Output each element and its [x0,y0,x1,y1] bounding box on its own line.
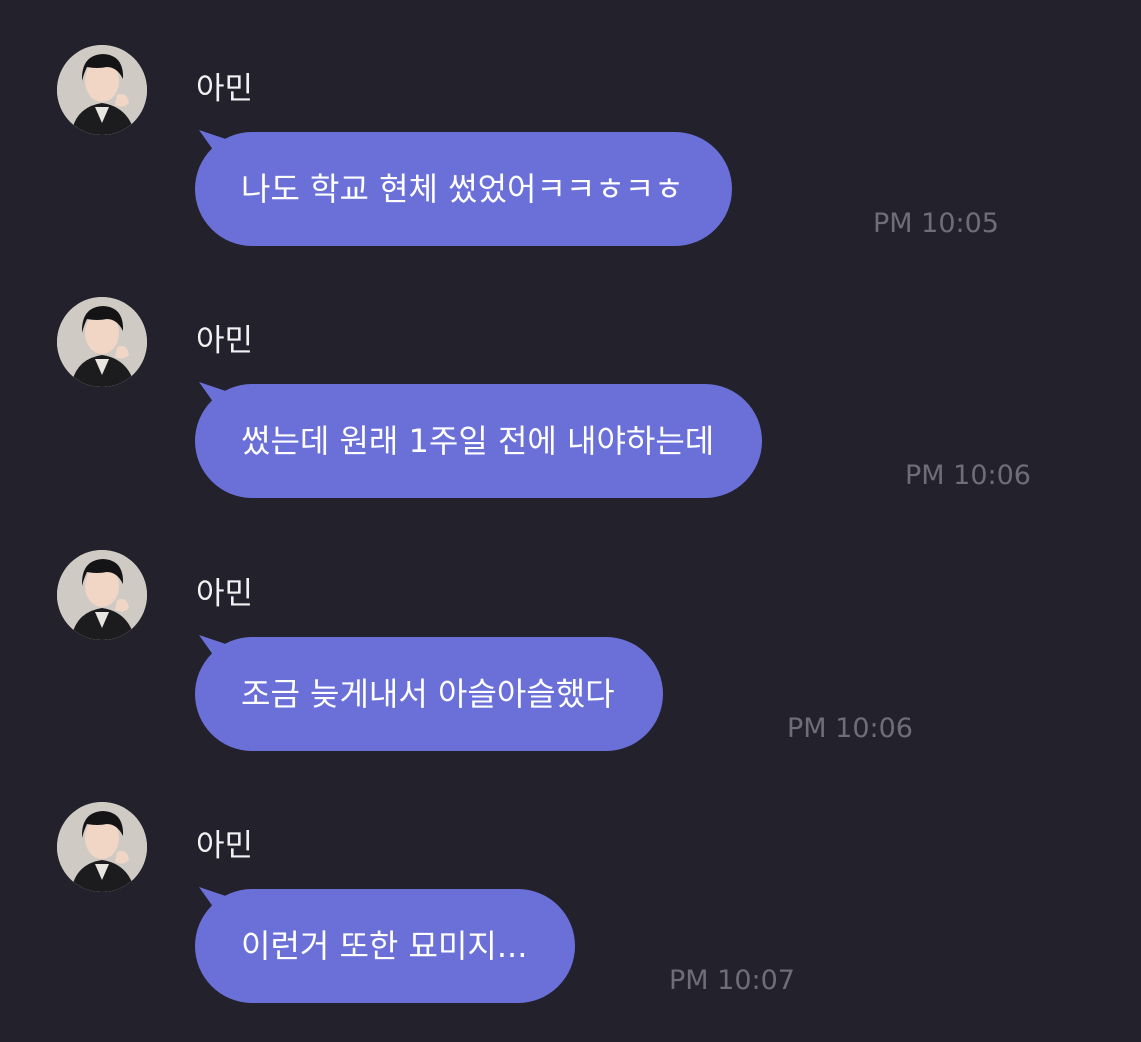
sender-name: 아민 [196,576,254,612]
sender-avatar[interactable] [57,45,147,135]
sender-avatar[interactable] [57,550,147,640]
message-timestamp: PM 10:05 [873,208,999,239]
sender-name: 아민 [196,323,254,359]
profile-photo-icon [57,297,147,387]
chat-message: 아민 썼는데 원래 1주일 전에 내야하는데 PM 10:06 [0,297,1141,537]
message-bubble[interactable]: 이런거 또한 묘미지... [195,889,576,1003]
message-timestamp: PM 10:06 [905,460,1031,491]
profile-photo-icon [57,802,147,892]
profile-photo-icon [57,45,147,135]
chat-message: 아민 조금 늦게내서 아슬아슬했다 PM 10:06 [0,550,1141,790]
sender-avatar[interactable] [57,802,147,892]
message-timestamp: PM 10:06 [787,713,913,744]
message-bubble[interactable]: 나도 학교 현체 썼었어ㅋㅋㅎㅋㅎ [195,132,732,246]
message-bubble[interactable]: 썼는데 원래 1주일 전에 내야하는데 [195,384,763,498]
sender-name: 아민 [196,828,254,864]
sender-name: 아민 [196,71,254,107]
profile-photo-icon [57,550,147,640]
message-bubble[interactable]: 조금 늦게내서 아슬아슬했다 [195,637,663,751]
sender-avatar[interactable] [57,297,147,387]
chat-message: 아민 이런거 또한 묘미지... PM 10:07 [0,802,1141,1042]
chat-message: 아민 나도 학교 현체 썼었어ㅋㅋㅎㅋㅎ PM 10:05 [0,45,1141,285]
message-timestamp: PM 10:07 [669,965,795,996]
